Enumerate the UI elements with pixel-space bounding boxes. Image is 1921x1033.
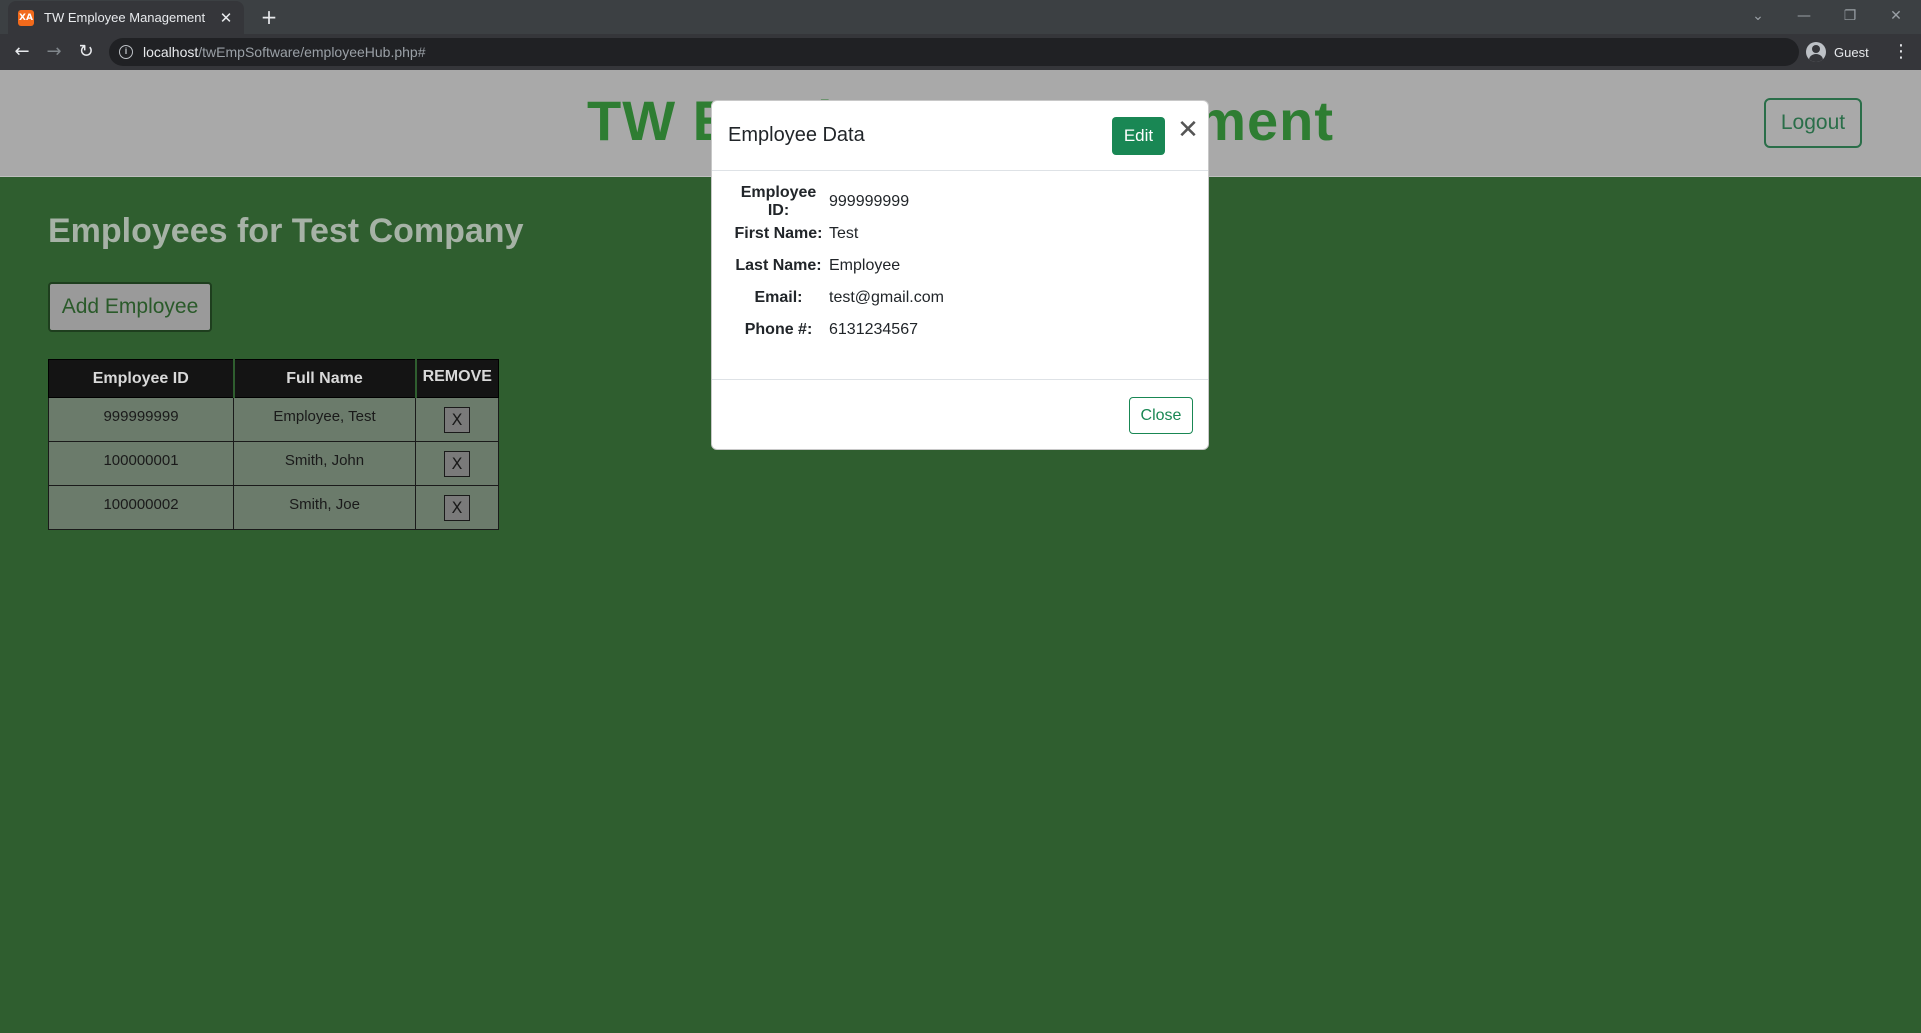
browser-tab-strip: XA TW Employee Management ✕ + ⌄ — ❐ ✕ bbox=[0, 0, 1921, 34]
close-icon[interactable]: ✕ bbox=[1175, 117, 1201, 143]
browser-menu-icon[interactable]: ⋮ bbox=[1891, 38, 1911, 66]
field-value: 6131234567 bbox=[829, 321, 918, 338]
tab-title: TW Employee Management bbox=[44, 10, 206, 25]
modal-footer: Close bbox=[712, 379, 1208, 451]
xampp-favicon-icon: XA bbox=[18, 9, 34, 26]
page-content: TW Employee Management Logout Employees … bbox=[0, 70, 1921, 1033]
field-label: First Name: bbox=[734, 225, 823, 242]
modal-header: Employee Data Edit ✕ bbox=[712, 101, 1208, 171]
field-value: test@gmail.com bbox=[829, 289, 944, 306]
modal-body: Employee ID: 999999999 First Name: Test … bbox=[712, 171, 1208, 379]
profile-avatar-icon bbox=[1806, 42, 1826, 62]
url-host: localhost bbox=[143, 44, 199, 60]
tab-search-icon[interactable]: ⌄ bbox=[1738, 3, 1778, 29]
window-close-icon[interactable]: ✕ bbox=[1876, 3, 1916, 29]
field-value: Test bbox=[829, 225, 859, 242]
profile-label: Guest bbox=[1834, 44, 1869, 60]
site-info-icon[interactable]: i bbox=[119, 45, 133, 59]
field-label: Email: bbox=[754, 289, 803, 306]
field-label: Employee ID: bbox=[740, 184, 817, 219]
close-button[interactable]: Close bbox=[1129, 397, 1193, 434]
field-phone: Phone #: 6131234567 bbox=[728, 317, 918, 343]
url-path: /twEmpSoftware/employeeHub.php# bbox=[198, 44, 426, 60]
field-value: 999999999 bbox=[829, 193, 910, 210]
browser-tab[interactable]: XA TW Employee Management ✕ bbox=[8, 1, 244, 34]
restore-icon[interactable]: ❐ bbox=[1830, 3, 1870, 29]
reload-icon[interactable]: ↻ bbox=[72, 38, 100, 66]
field-email: Email: test@gmail.com bbox=[728, 285, 944, 311]
minimize-icon[interactable]: — bbox=[1784, 3, 1824, 29]
tab-close-icon[interactable]: ✕ bbox=[218, 9, 234, 27]
profile-button[interactable]: Guest bbox=[1806, 39, 1869, 65]
field-first-name: First Name: Test bbox=[728, 221, 858, 247]
employee-data-modal: Employee Data Edit ✕ Employee ID: 999999… bbox=[711, 100, 1209, 450]
new-tab-icon[interactable]: + bbox=[257, 5, 281, 29]
field-label: Last Name: bbox=[735, 257, 822, 274]
forward-arrow-icon[interactable]: → bbox=[40, 38, 68, 66]
modal-title: Employee Data bbox=[728, 124, 865, 146]
field-last-name: Last Name: Employee bbox=[728, 253, 900, 279]
field-employee-id: Employee ID: 999999999 bbox=[728, 184, 910, 219]
address-bar[interactable]: i localhost /twEmpSoftware/employeeHub.p… bbox=[109, 38, 1799, 66]
edit-button[interactable]: Edit bbox=[1112, 117, 1165, 155]
browser-toolbar: ← → ↻ i localhost /twEmpSoftware/employe… bbox=[0, 34, 1921, 70]
field-label: Phone #: bbox=[744, 321, 813, 338]
back-arrow-icon[interactable]: ← bbox=[8, 38, 36, 66]
field-value: Employee bbox=[829, 257, 901, 274]
